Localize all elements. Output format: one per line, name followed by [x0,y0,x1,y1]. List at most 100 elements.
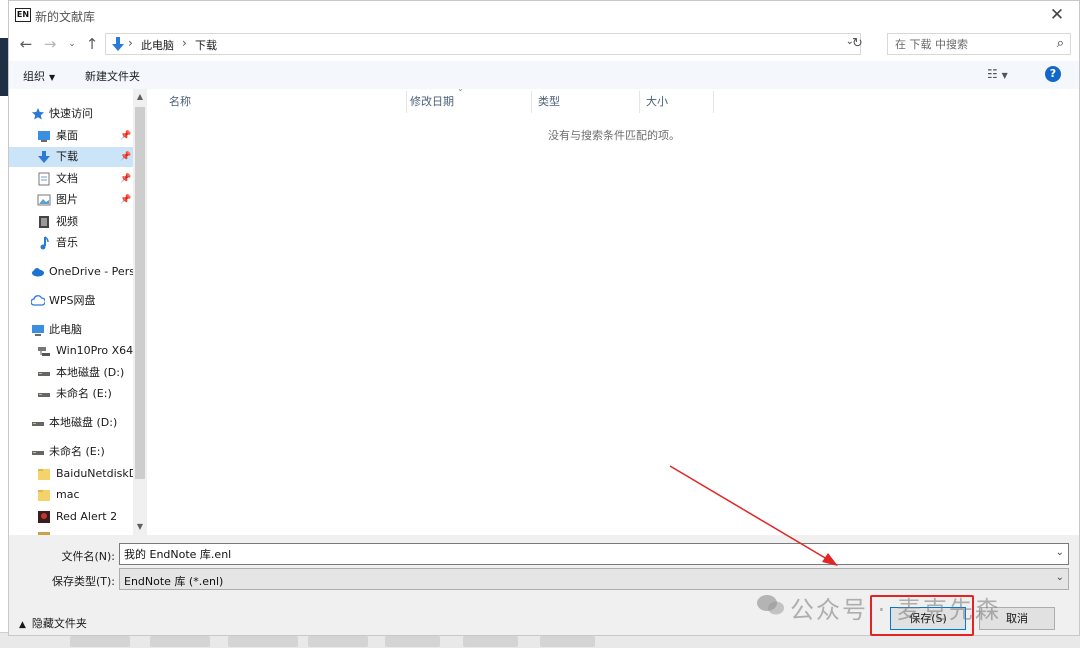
column-header-label: 修改日期 [410,95,454,108]
new-folder-button[interactable]: 新建文件夹 [85,68,140,84]
download-icon [112,37,124,51]
nav-scrollbar[interactable]: ▲ ▼ [133,89,147,535]
background-toolbar-chip [385,636,440,647]
nav-item-network-drive[interactable]: Win10Pro X64 [9,341,133,361]
nav-item-label: 未命名 (E:) [49,445,105,458]
nav-item-videos[interactable]: 视频 [9,212,133,232]
nav-item-onedrive[interactable]: OneDrive - Perso [9,262,133,282]
navigation-pane: 快速访问 桌面 📌 下载 📌 文档 📌 图片 📌 视频 音乐 OneDrive … [9,89,147,535]
nav-item-label: 本地磁盘 (D:) [56,366,125,379]
video-icon [39,216,49,228]
chevron-up-icon: ▲ [19,620,26,630]
nav-item-label: OneDrive - Perso [49,265,133,278]
save-button[interactable]: 保存(S) [890,607,966,630]
search-icon[interactable]: ⌕ [1057,36,1064,51]
nav-item-label: mac [56,488,80,501]
column-header-name[interactable]: 名称 [163,91,407,113]
nav-item-label: 图片 [56,193,78,206]
nav-item-label: 下载 [56,150,78,163]
pin-icon: 📌 [120,195,132,205]
file-list[interactable]: 名称 修改日期 ⌄ 类型 大小 没有与搜索条件匹配的项。 [147,84,1079,535]
folder-icon [38,469,50,480]
drive-icon [38,393,50,397]
breadcrumb-downloads[interactable]: 下载 [195,37,217,53]
nav-item-red-alert-2[interactable]: Red Alert 2 [9,507,133,527]
drive-icon [32,422,44,426]
filetype-select[interactable]: EndNote 库 (*.enl) ⌄ [119,568,1069,590]
filetype-dropdown-icon[interactable]: ⌄ [1056,572,1064,583]
filename-input[interactable] [120,544,1048,564]
scroll-up-icon[interactable]: ▲ [133,89,147,105]
refresh-icon[interactable]: ↻ [852,36,863,51]
view-options-icon[interactable]: ☷ ▼ [987,67,1008,81]
caret-down-icon: ▼ [49,73,56,82]
nav-item-label: 文档 [56,172,78,185]
drive-icon [38,372,50,376]
help-icon[interactable]: ? [1045,66,1061,82]
network-drive-icon [38,347,50,356]
address-bar[interactable]: › 此电脑 › 下载 ⌄ [105,33,861,55]
background-toolbar-chip [540,636,595,647]
pin-icon: 📌 [120,152,132,162]
nav-item-baidunetdisk-folder[interactable]: BaiduNetdiskD [9,464,133,484]
nav-item-label: 桌面 [56,129,78,142]
star-icon [32,108,44,120]
nav-item-mac-folder[interactable]: mac [9,485,133,505]
filename-dropdown-icon[interactable]: ⌄ [1056,547,1064,558]
recent-locations-chevron-icon[interactable]: ⌄ [63,35,81,53]
close-icon[interactable]: ✕ [1045,5,1069,25]
download-icon [38,151,50,163]
search-box[interactable]: ⌕ [887,33,1071,55]
nav-item-label: Win10Pro X64 [56,344,133,357]
pin-icon: 📌 [120,174,132,184]
save-dialog: EN 新的文献库 ✕ ← → ⌄ ↑ › 此电脑 › 下载 ⌄ ↻ ⌕ 组织 ▼ … [8,0,1080,636]
nav-item-unnamed-e[interactable]: 未命名 (E:) [9,384,133,404]
breadcrumb-separator-icon: › [128,36,133,50]
nav-item-label: 本地磁盘 (D:) [49,416,118,429]
nav-item-this-pc[interactable]: 此电脑 [9,320,133,340]
endnote-app-icon: EN [15,8,31,22]
nav-item-desktop[interactable]: 桌面 📌 [9,126,133,146]
cloud-icon [31,295,45,306]
column-header-size[interactable]: 大小 [640,91,714,113]
sort-caret-icon: ⌄ [457,84,464,93]
background-toolbar-chip [150,636,210,647]
nav-item-local-disk-d[interactable]: 本地磁盘 (D:) [9,363,133,383]
filetype-label: 保存类型(T): [51,575,115,588]
nav-item-documents[interactable]: 文档 📌 [9,169,133,189]
nav-item-label: 此电脑 [49,323,82,336]
nav-item-label: 未命名 (E:) [56,387,112,400]
hide-folders-label: 隐藏文件夹 [31,617,87,630]
nav-item-pictures[interactable]: 图片 📌 [9,190,133,210]
computer-icon [32,325,44,336]
background-toolbar-chip [70,636,130,647]
nav-item-quick-access[interactable]: 快速访问 [9,104,133,124]
nav-item-wps-cloud[interactable]: WPS网盘 [9,291,133,311]
scroll-thumb[interactable] [135,107,145,479]
onedrive-icon [32,268,44,277]
breadcrumb-this-pc[interactable]: 此电脑 [141,37,174,53]
up-arrow-icon[interactable]: ↑ [83,35,101,53]
filetype-value: EndNote 库 (*.enl) [124,575,224,588]
title-bar[interactable]: EN 新的文献库 ✕ [9,1,1079,31]
search-input[interactable] [888,34,1048,54]
nav-item-music[interactable]: 音乐 [9,233,133,253]
filename-label: 文件名(N): [61,550,115,563]
hide-folders-toggle[interactable]: ▲ 隐藏文件夹 [19,615,87,631]
forward-arrow-icon[interactable]: → [41,35,59,53]
background-toolbar-chip [228,636,298,647]
cancel-button[interactable]: 取消 [979,607,1055,630]
nav-item-downloads[interactable]: 下载 📌 [9,147,133,167]
nav-item-local-disk-d-root[interactable]: 本地磁盘 (D:) [9,413,133,433]
back-arrow-icon[interactable]: ← [17,35,35,53]
organize-label: 组织 [23,70,45,83]
nav-item-label: BaiduNetdiskD [56,467,133,480]
scroll-down-icon[interactable]: ▼ [133,519,147,535]
nav-item-unnamed-e-root[interactable]: 未命名 (E:) [9,442,133,462]
save-form: 文件名(N): ⌄ 保存类型(T): EndNote 库 (*.enl) ⌄ ▲… [9,535,1079,635]
column-header-type[interactable]: 类型 [532,91,640,113]
window-title: 新的文献库 [35,10,96,24]
filename-field[interactable]: ⌄ [119,543,1069,565]
organize-button[interactable]: 组织 ▼ [23,68,55,84]
column-header-date-modified[interactable]: 修改日期 [404,91,532,113]
